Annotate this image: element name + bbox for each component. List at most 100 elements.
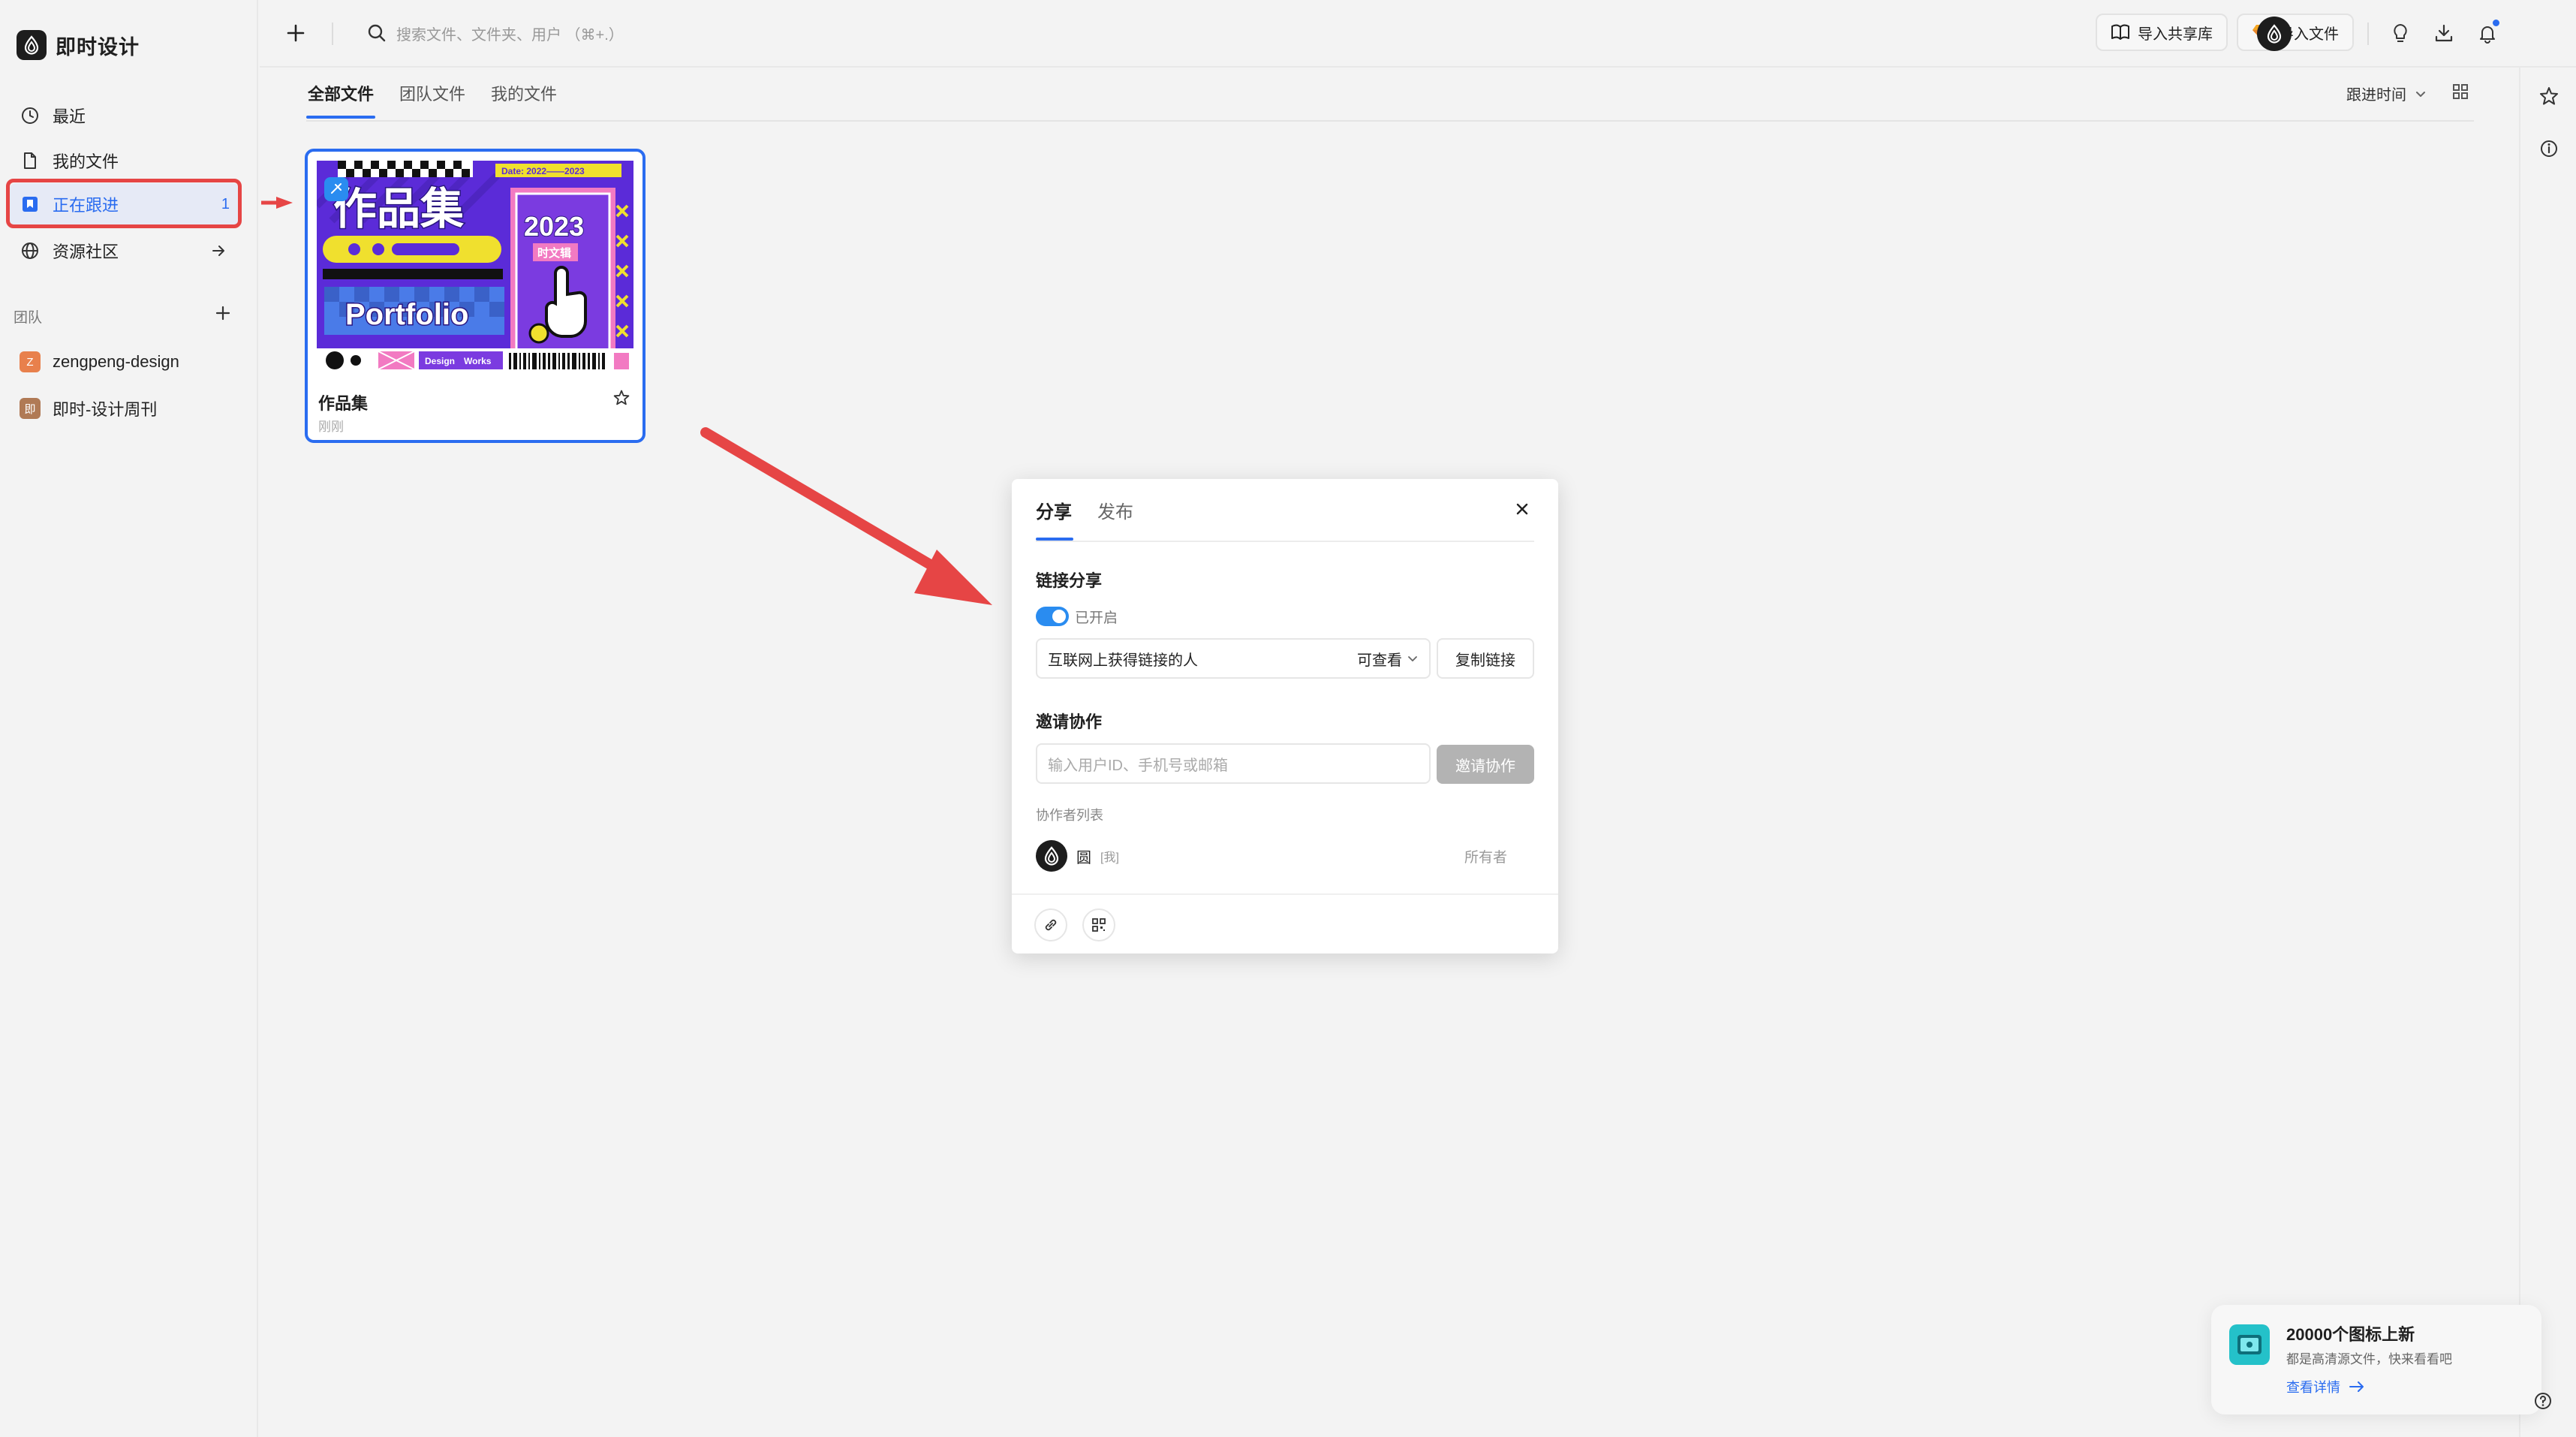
clock-icon bbox=[20, 105, 41, 126]
sidebar-item-label: 我的文件 bbox=[53, 152, 119, 171]
permission-value: 可查看 bbox=[1357, 652, 1402, 669]
info-icon bbox=[2541, 140, 2557, 157]
link-scope-value: 互联网上获得链接的人 bbox=[1048, 652, 1198, 669]
file-icon bbox=[20, 150, 41, 171]
invite-heading: 邀请协作 bbox=[1036, 712, 1103, 731]
link-scope-select[interactable]: 互联网上获得链接的人 可查看 bbox=[1036, 638, 1431, 679]
thumbnail-footer-right: Works bbox=[464, 356, 492, 366]
globe-icon bbox=[20, 240, 41, 261]
avatar bbox=[1036, 840, 1067, 872]
toggle-label: 已开启 bbox=[1075, 610, 1118, 626]
favorite-button[interactable] bbox=[2534, 81, 2564, 111]
link-share-toggle[interactable] bbox=[1036, 607, 1069, 626]
brand[interactable]: 即时设计 bbox=[17, 29, 140, 62]
file-title: 作品集 bbox=[318, 394, 369, 413]
divider bbox=[1036, 541, 1534, 542]
sort-dropdown[interactable]: 跟进时间 bbox=[2346, 83, 2427, 104]
user-avatar[interactable] bbox=[2257, 17, 2292, 51]
thumbnail-date: Date: 2022——2023 bbox=[501, 166, 585, 176]
notification-dot bbox=[2493, 20, 2499, 26]
share-dialog: 分享 发布 链接分享 已开启 互联网上获得链接的人 可查看 复制链接 邀请协作 … bbox=[1012, 479, 1558, 953]
team-label: 即时-设计周刊 bbox=[53, 400, 158, 419]
info-button[interactable] bbox=[2534, 134, 2564, 164]
qrcode-button[interactable] bbox=[1082, 908, 1115, 941]
invite-button[interactable]: 邀请协作 bbox=[1437, 745, 1534, 784]
sidebar-item-recent[interactable]: 最近 bbox=[9, 95, 240, 137]
divider bbox=[332, 23, 333, 45]
star-icon[interactable] bbox=[612, 389, 630, 407]
collaborator-me-tag: [我] bbox=[1100, 851, 1119, 864]
plus-icon bbox=[215, 306, 230, 321]
close-icon[interactable] bbox=[1512, 499, 1533, 520]
qrcode-icon bbox=[1092, 918, 1106, 932]
permission-dropdown[interactable]: 可查看 bbox=[1357, 648, 1419, 670]
thumbnail-year: 2023 bbox=[524, 211, 584, 242]
divider bbox=[2367, 23, 2369, 45]
arrow-right-icon bbox=[210, 243, 227, 259]
toast-title: 20000个图标上新 bbox=[2286, 1325, 2415, 1344]
sidebar-item-my-files[interactable]: 我的文件 bbox=[9, 140, 240, 182]
thumbnail-word: Portfolio bbox=[345, 298, 468, 331]
import-library-label: 导入共享库 bbox=[2138, 26, 2213, 43]
arrow-right-icon bbox=[2349, 1381, 2364, 1392]
team-label: zengpeng-design bbox=[53, 352, 179, 371]
tab-team-files[interactable]: 团队文件 bbox=[399, 81, 465, 105]
divider bbox=[1012, 893, 1558, 895]
toast-description: 都是高清源文件，快来看看吧 bbox=[2286, 1352, 2452, 1366]
notification-button[interactable] bbox=[2472, 18, 2502, 48]
file-thumbnail: Date: 2022——2023 作品集 2023 时文辑 Portfolio bbox=[317, 161, 633, 372]
collaborators-label: 协作者列表 bbox=[1036, 808, 1103, 823]
thumbnail-headline: 作品集 bbox=[333, 183, 464, 234]
team-badge: Z bbox=[20, 351, 41, 372]
copy-link-button[interactable]: 复制链接 bbox=[1437, 638, 1534, 679]
lightbulb-icon bbox=[2394, 24, 2407, 42]
top-bar: 搜索文件、文件夹、用户 （⌘+.） 导入共享库 导入文件 bbox=[260, 0, 2576, 68]
active-tab-indicator bbox=[306, 116, 375, 119]
collaborator-name: 圆 bbox=[1076, 849, 1091, 866]
link-icon bbox=[1045, 919, 1057, 931]
new-file-button[interactable] bbox=[281, 18, 311, 48]
help-button[interactable] bbox=[2532, 1390, 2553, 1411]
sidebar-item-community[interactable]: 资源社区 bbox=[9, 230, 240, 272]
sidebar-team-zengpeng[interactable]: Z zengpeng-design bbox=[9, 341, 240, 383]
import-file-button[interactable]: 导入文件 bbox=[2237, 14, 2354, 51]
download-icon bbox=[2435, 24, 2453, 42]
download-button[interactable] bbox=[2429, 18, 2459, 48]
chevron-down-icon bbox=[2414, 87, 2427, 101]
link-share-heading: 链接分享 bbox=[1036, 571, 1103, 590]
star-icon bbox=[2540, 87, 2558, 105]
tab-my-files[interactable]: 我的文件 bbox=[491, 81, 557, 105]
grid-icon bbox=[2453, 84, 2468, 99]
team-section-label: 团队 bbox=[14, 310, 43, 326]
tab-publish[interactable]: 发布 bbox=[1097, 497, 1133, 523]
search-icon bbox=[366, 23, 387, 44]
avatar-logo-icon bbox=[2267, 24, 2282, 44]
avatar-logo-icon bbox=[1044, 846, 1059, 866]
chevron-down-icon bbox=[1408, 656, 1417, 661]
grid-view-button[interactable] bbox=[2451, 83, 2469, 101]
import-library-button[interactable]: 导入共享库 bbox=[2096, 14, 2228, 51]
file-modified: 刚刚 bbox=[318, 420, 344, 434]
invite-input[interactable]: 输入用户ID、手机号或邮箱 bbox=[1036, 743, 1431, 784]
plus-icon bbox=[287, 24, 305, 42]
file-card[interactable]: Date: 2022——2023 作品集 2023 时文辑 Portfolio bbox=[305, 149, 646, 443]
add-team-button[interactable] bbox=[213, 303, 233, 323]
annotation-highlight-box bbox=[6, 179, 242, 228]
tips-button[interactable] bbox=[2385, 18, 2415, 48]
search-placeholder: 搜索文件、文件夹、用户 （⌘+.） bbox=[396, 26, 624, 44]
copy-link-icon-button[interactable] bbox=[1034, 908, 1067, 941]
right-rail bbox=[2519, 68, 2576, 1437]
thumbnail-tag: 时文辑 bbox=[537, 246, 571, 260]
sidebar: 即时设计 最近 我的文件 正在跟进 1 资源社区 团队 Z zengpeng-d… bbox=[0, 0, 258, 1437]
annotation-arrow-small bbox=[261, 197, 293, 209]
invite-placeholder: 输入用户ID、手机号或邮箱 bbox=[1048, 757, 1228, 774]
sidebar-team-weekly[interactable]: 即 即时-设计周刊 bbox=[9, 387, 240, 429]
annotation-arrow-large bbox=[700, 427, 992, 605]
search-input[interactable]: 搜索文件、文件夹、用户 （⌘+.） bbox=[366, 18, 624, 48]
sidebar-item-label: 资源社区 bbox=[53, 243, 119, 261]
following-badge-icon bbox=[324, 177, 348, 201]
tab-all-files[interactable]: 全部文件 bbox=[308, 81, 374, 105]
tab-share[interactable]: 分享 bbox=[1036, 497, 1072, 523]
app-logo-icon bbox=[17, 30, 47, 60]
toast-details-link[interactable]: 查看详情 bbox=[2286, 1377, 2366, 1396]
